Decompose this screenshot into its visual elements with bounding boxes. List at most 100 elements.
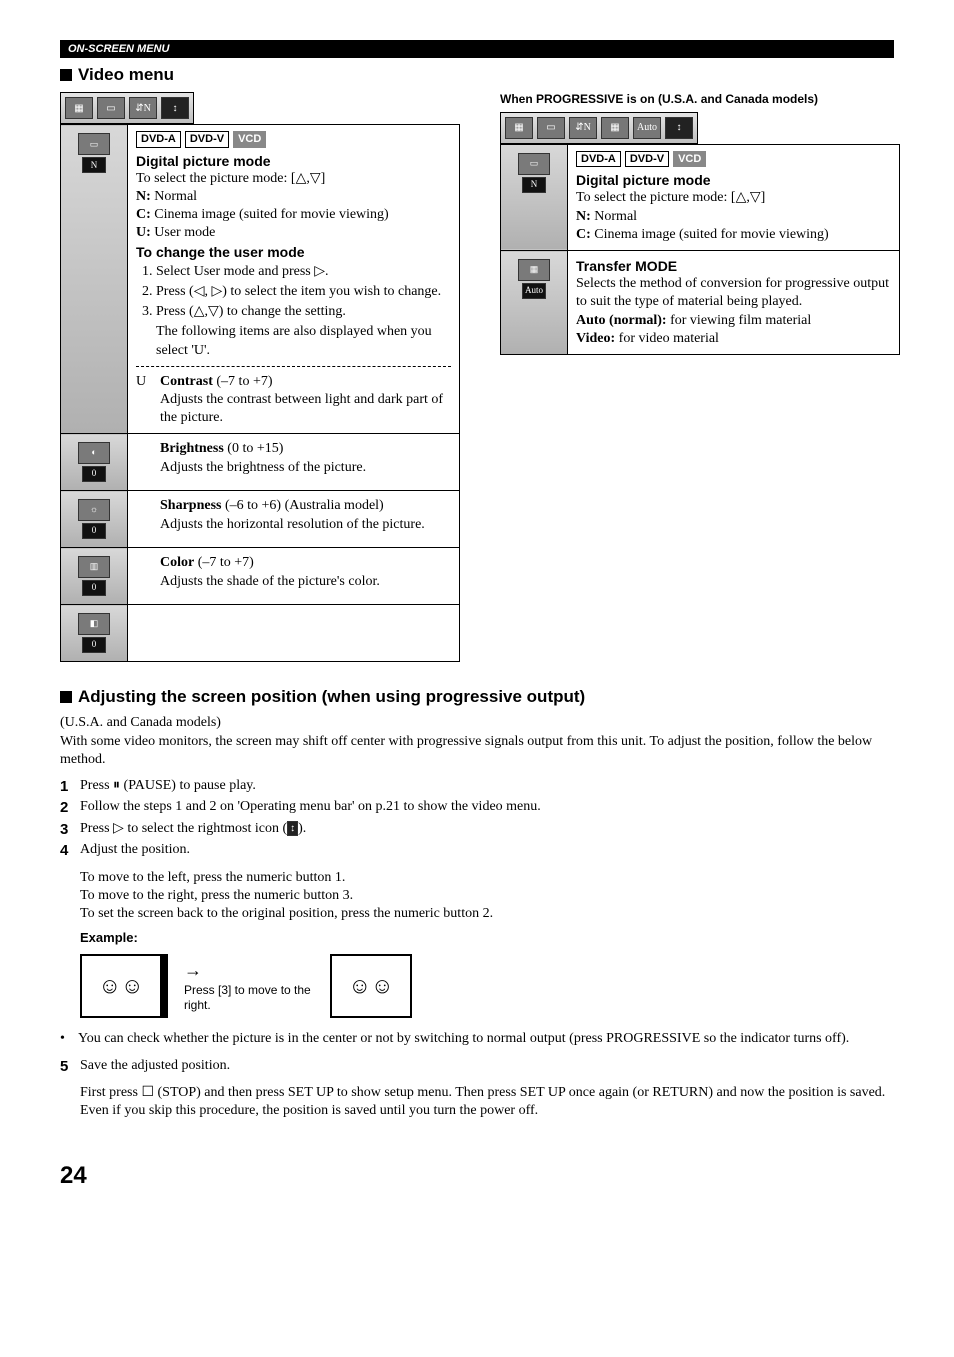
color-icon: ◧ (78, 613, 110, 635)
c-text: Cinema image (suited for movie viewing) (154, 207, 388, 222)
video-text: for video material (619, 331, 719, 346)
contrast-title: Contrast (160, 374, 213, 389)
brightness-range: (0 to +15) (227, 441, 283, 456)
transfer-desc: Selects the method of conversion for pro… (576, 275, 891, 311)
change-steps: Select User mode and press ▷. Press (◁, … (136, 263, 451, 322)
header-bar: ON-SCREEN MENU (60, 40, 894, 58)
menu-icon-r2: ▭ (537, 117, 565, 139)
adjust-steps-2: 5Save the adjusted position. (60, 1057, 894, 1077)
brightness-title: Brightness (160, 441, 224, 456)
sharpness-title: Sharpness (160, 498, 221, 513)
dpm-icon-r: ▭ (518, 153, 550, 175)
video-menu-title: Video menu (78, 64, 174, 86)
u-label: U: (136, 225, 151, 240)
brightness-value-icon: 0 (82, 523, 106, 539)
step-4a: To move to the left, press the numeric b… (80, 869, 894, 887)
page-number: 24 (60, 1160, 894, 1191)
change-user-mode-title: To change the user mode (136, 243, 451, 261)
change-step-3: Press (△,▽) to change the setting. (156, 303, 451, 321)
color-range: (–7 to +7) (198, 555, 254, 570)
n-label-r: N: (576, 209, 591, 224)
contrast-value-icon: 0 (82, 466, 106, 482)
adjust-heading: Adjusting the screen position (when usin… (60, 686, 894, 708)
c-text-r: Cinema image (suited for movie viewing) (594, 227, 828, 242)
transfer-icon: ▦ (518, 259, 550, 281)
video-label: Video: (576, 331, 615, 346)
contrast-icon: ◐ (78, 442, 110, 464)
transfer-title: Transfer MODE (576, 257, 891, 275)
color-desc: Adjusts the shade of the picture's color… (160, 573, 451, 591)
menu-icon-auto: Auto (633, 117, 661, 139)
u-row-label: U (136, 373, 160, 428)
step-3b: ). (298, 821, 306, 836)
video-menu-bar-left: ▦ ▭ ⇵N ↕ (60, 92, 194, 124)
sharpness-range: (–6 to +6) (225, 498, 281, 513)
n-indicator-icon: N (82, 157, 106, 173)
video-menu-heading: Video menu (60, 64, 894, 86)
example-label: Example: (80, 930, 894, 947)
dashed-divider (136, 366, 451, 367)
menu-icon-n: ⇵N (129, 97, 157, 119)
sharpness-region: (Australia model) (285, 498, 384, 513)
auto-text: for viewing film material (670, 313, 811, 328)
brightness-desc: Adjusts the brightness of the picture. (160, 459, 451, 477)
step-5: Save the adjusted position. (80, 1057, 894, 1077)
sharpness-value-icon: 0 (82, 580, 106, 596)
step-4b: To move to the right, press the numeric … (80, 887, 894, 905)
example-before-icon: ☺☺ (80, 954, 168, 1018)
menu-icon-r3: ▦ (601, 117, 629, 139)
menu-icon-2: ▭ (97, 97, 125, 119)
n-indicator-icon-r: N (522, 177, 546, 193)
n-label: N: (136, 189, 151, 204)
adjust-intro: With some video monitors, the screen may… (60, 733, 894, 769)
step-4c: To set the screen back to the original p… (80, 905, 894, 923)
c-label: C: (136, 207, 151, 222)
step-4: Adjust the position. (80, 841, 894, 861)
video-settings-table-left: ▭ N DVD-A DVD-V VCD Digital picture mode… (60, 124, 460, 662)
adjust-bullet: You can check whether the picture is in … (60, 1030, 894, 1048)
badge-dvdv-r: DVD-V (625, 151, 669, 167)
adjust-steps: 1Press ⏸ (PAUSE) to pause play. 2Follow … (60, 777, 894, 861)
menu-icon-1: ▦ (65, 97, 93, 119)
menu-icon-arrows: ↕ (161, 97, 189, 119)
auto-indicator-icon: Auto (522, 283, 546, 299)
badge-vcd: VCD (233, 131, 266, 147)
step-3: Press ▷ to select the rightmost icon (↕)… (80, 820, 894, 840)
adjust-bullet-text: You can check whether the picture is in … (78, 1030, 849, 1048)
progressive-note: When PROGRESSIVE is on (U.S.A. and Canad… (500, 92, 900, 108)
badge-dvda-r: DVD-A (576, 151, 621, 167)
contrast-desc: Adjusts the contrast between light and d… (160, 391, 451, 427)
n-text-r: Normal (594, 209, 637, 224)
sharpness-desc: Adjusts the horizontal resolution of the… (160, 516, 451, 534)
step-3a: Press ▷ to select the rightmost icon ( (80, 821, 287, 836)
c-label-r: C: (576, 227, 591, 242)
example-after-icon: ☺☺ (330, 954, 412, 1018)
brightness-icon: ☼ (78, 499, 110, 521)
rightmost-icon: ↕ (287, 821, 298, 836)
badge-vcd-r: VCD (673, 151, 706, 167)
format-badges: DVD-A DVD-V VCD (136, 131, 451, 147)
step-5a: First press ☐ (STOP) and then press SET … (80, 1084, 894, 1120)
color-value-icon: 0 (82, 637, 106, 653)
video-menu-bar-right: ▦ ▭ ⇵N ▦ Auto ↕ (500, 112, 698, 144)
dpm-select-line-r: To select the picture mode: [△,▽] (576, 189, 891, 207)
arrow-right-icon: → (184, 959, 314, 982)
example-caption: Press [3] to move to the right. (184, 983, 314, 1014)
example-row: ☺☺ → Press [3] to move to the right. ☺☺ (80, 954, 894, 1018)
dpm-title: Digital picture mode (136, 152, 451, 170)
n-text: Normal (154, 189, 197, 204)
adjust-subtitle: (U.S.A. and Canada models) (60, 714, 894, 732)
badge-dvda: DVD-A (136, 131, 181, 147)
menu-icon-r1: ▦ (505, 117, 533, 139)
auto-label: Auto (normal): (576, 313, 667, 328)
video-settings-table-right: ▭ N DVD-A DVD-V VCD Digital picture mode… (500, 144, 900, 355)
change-step-2: Press (◁, ▷) to select the item you wish… (156, 283, 451, 301)
menu-icon-rn: ⇵N (569, 117, 597, 139)
dpm-icon: ▭ (78, 133, 110, 155)
dpm-select-line: To select the picture mode: [△,▽] (136, 170, 451, 188)
adjust-title: Adjusting the screen position (when usin… (78, 686, 585, 708)
change-followup: The following items are also displayed w… (156, 323, 451, 359)
u-text: User mode (154, 225, 215, 240)
sharpness-icon: ▥ (78, 556, 110, 578)
step-2: Follow the steps 1 and 2 on 'Operating m… (80, 798, 894, 818)
